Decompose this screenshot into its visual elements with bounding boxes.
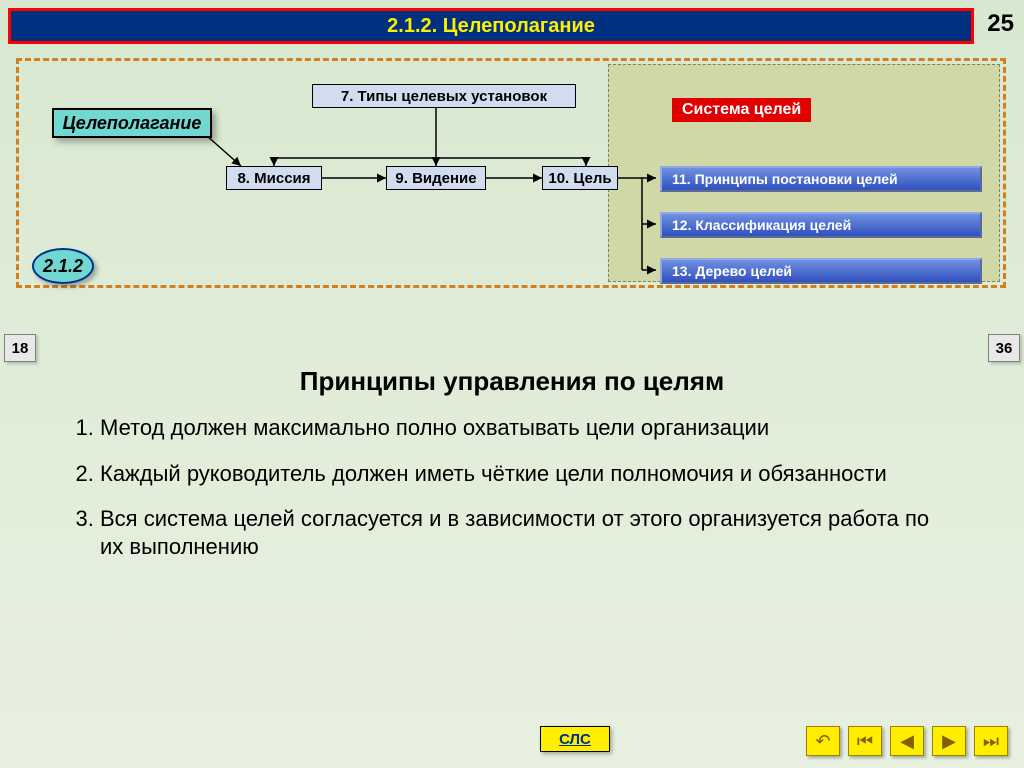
page-number: 25: [987, 10, 1014, 38]
nav-back-icon[interactable]: ◀: [890, 726, 924, 756]
node-12[interactable]: 12. Классификация целей: [660, 212, 982, 238]
nav-prev-button[interactable]: 18: [4, 334, 36, 362]
nav-last-icon[interactable]: ⏭: [974, 726, 1008, 756]
nav-next-label: 36: [996, 340, 1013, 357]
list-item: Вся система целей согласуется и в зависи…: [100, 505, 930, 560]
node-13[interactable]: 13. Дерево целей: [660, 258, 982, 284]
title-text: 2.1.2. Целеполагание: [387, 15, 595, 38]
nav-prev-label: 18: [12, 340, 29, 357]
section-badge[interactable]: 2.1.2: [32, 248, 94, 284]
content-title: Принципы управления по целям: [0, 366, 1024, 397]
nav-forward-icon[interactable]: ▶: [932, 726, 966, 756]
node-8[interactable]: 8. Миссия: [226, 166, 322, 190]
content-list: Метод должен максимально полно охватыват…: [100, 414, 930, 578]
node-7[interactable]: 7. Типы целевых установок: [312, 84, 576, 108]
nav-return-icon[interactable]: ↶: [806, 726, 840, 756]
node-10[interactable]: 10. Цель: [542, 166, 618, 190]
list-item: Каждый руководитель должен иметь чёткие …: [100, 460, 930, 488]
node-11[interactable]: 11. Принципы постановки целей: [660, 166, 982, 192]
nav-first-icon[interactable]: ⏮: [848, 726, 882, 756]
node-main[interactable]: Целеполагание: [52, 108, 212, 138]
sls-button[interactable]: СЛС: [540, 726, 610, 752]
title-bar: 2.1.2. Целеполагание: [8, 8, 974, 44]
nav-controls: ↶ ⏮ ◀ ▶ ⏭: [806, 726, 1008, 756]
sls-label: СЛС: [559, 731, 591, 748]
node-9[interactable]: 9. Видение: [386, 166, 486, 190]
nav-next-button[interactable]: 36: [988, 334, 1020, 362]
list-item: Метод должен максимально полно охватыват…: [100, 414, 930, 442]
